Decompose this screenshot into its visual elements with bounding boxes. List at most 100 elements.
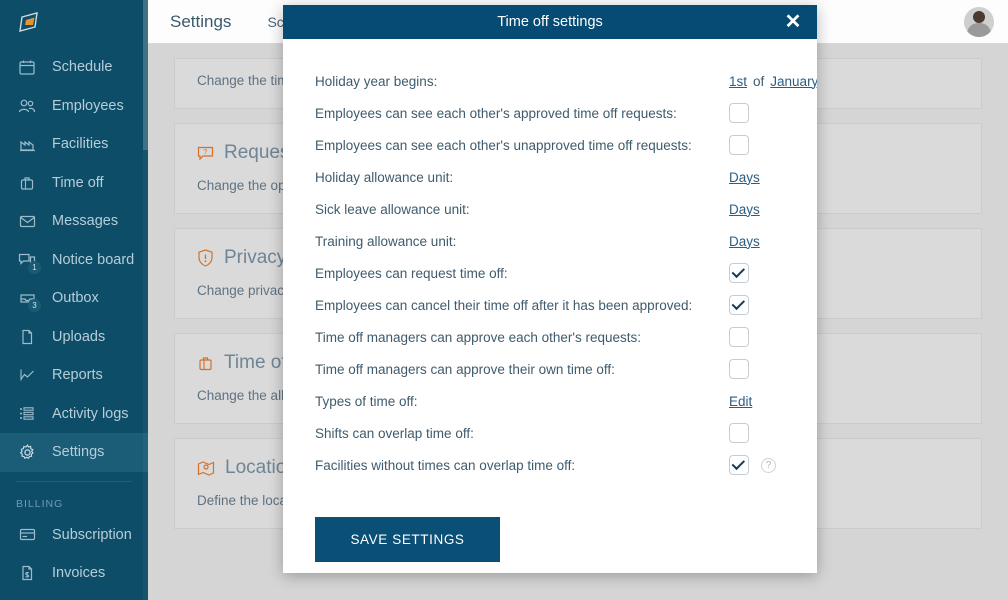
sidebar-item-label: Outbox [52, 290, 99, 307]
check-icon [731, 264, 746, 278]
save-settings-button[interactable]: SAVE SETTINGS [315, 517, 500, 562]
sidebar-item-label: Invoices [52, 565, 106, 582]
setting-control: Days [729, 202, 760, 217]
setting-row-training-allowance-unit: Training allowance unit: Days [315, 225, 785, 257]
training-allowance-unit-link[interactable]: Days [729, 234, 760, 249]
sidebar-item-label: Notice board [52, 251, 135, 268]
card-title-label: Time off [224, 352, 292, 373]
briefcase-icon [16, 173, 38, 193]
setting-control: Edit [729, 394, 752, 409]
outbox-tray-icon: 3 [16, 288, 41, 313]
sidebar-item-time-off[interactable]: Time off [0, 164, 148, 203]
sidebar-item-notice-board[interactable]: 1 Notice board [0, 241, 148, 280]
setting-control: Days [729, 170, 760, 185]
managers-approve-own-checkbox[interactable] [729, 359, 749, 379]
types-of-time-off-edit-link[interactable]: Edit [729, 394, 752, 409]
setting-control [729, 423, 749, 443]
shifts-overlap-checkbox[interactable] [729, 423, 749, 443]
employees-can-cancel-checkbox[interactable] [729, 295, 749, 315]
setting-row-managers-approve-each-other: Time off managers can approve each other… [315, 321, 785, 353]
setting-control [729, 135, 749, 155]
setting-row-employees-can-request: Employees can request time off: [315, 257, 785, 289]
see-unapproved-requests-checkbox[interactable] [729, 135, 749, 155]
sidebar-item-messages[interactable]: Messages [0, 202, 148, 241]
question-bubble-icon: ? [197, 145, 214, 162]
sidebar-item-label: Time off [52, 174, 104, 191]
sidebar-item-outbox[interactable]: 3 Outbox [0, 279, 148, 318]
setting-label: Types of time off: [315, 393, 418, 409]
setting-label: Shifts can overlap time off: [315, 425, 474, 441]
avatar-body [967, 22, 991, 37]
sidebar-item-employees[interactable]: Employees [0, 87, 148, 126]
sidebar-section-billing: BILLING [16, 497, 64, 510]
modal-body: Holiday year begins: 1st of January Empl… [283, 39, 817, 562]
setting-row-shifts-overlap: Shifts can overlap time off: [315, 417, 785, 449]
setting-row-see-approved-requests: Employees can see each other's approved … [315, 97, 785, 129]
close-icon[interactable]: ✕ [779, 5, 807, 39]
sidebar-item-label: Settings [52, 444, 105, 461]
time-off-settings-modal: Time off settings ✕ Holiday year begins:… [283, 5, 817, 573]
sidebar-item-label: Facilities [52, 136, 109, 153]
help-icon[interactable]: ? [761, 457, 776, 473]
holiday-allowance-unit-link[interactable]: Days [729, 170, 760, 185]
sidebar-item-label: Employees [52, 97, 124, 114]
list-icon [16, 404, 38, 424]
sidebar-item-activity-logs[interactable]: Activity logs [0, 395, 148, 434]
check-icon [731, 456, 746, 470]
sidebar-badge: 3 [28, 299, 41, 313]
setting-control [729, 295, 749, 315]
setting-label: Employees can see each other's approved … [315, 105, 677, 121]
sidebar-item-uploads[interactable]: Uploads [0, 318, 148, 357]
shield-alert-icon [197, 249, 214, 267]
setting-control [729, 103, 749, 123]
sick-leave-allowance-unit-link[interactable]: Days [729, 202, 760, 217]
sidebar-item-invoices[interactable]: Invoices [0, 554, 148, 593]
setting-control: ? [729, 455, 776, 475]
setting-label: Employees can see each other's unapprove… [315, 137, 692, 153]
invoice-icon [16, 563, 38, 583]
see-approved-requests-checkbox[interactable] [729, 103, 749, 123]
envelope-icon [16, 211, 38, 231]
holiday-year-month-link[interactable]: January [770, 74, 817, 89]
map-pin-icon [197, 460, 215, 477]
setting-control [729, 263, 749, 283]
sidebar-item-label: Uploads [52, 328, 106, 345]
sidebar-item-label: Messages [52, 213, 119, 230]
user-avatar[interactable] [964, 6, 994, 37]
setting-row-types-of-time-off: Types of time off: Edit [315, 385, 785, 417]
setting-row-sick-leave-allowance-unit: Sick leave allowance unit: Days [315, 193, 785, 225]
setting-label: Sick leave allowance unit: [315, 201, 470, 217]
setting-control: Days [729, 234, 760, 249]
setting-row-holiday-allowance-unit: Holiday allowance unit: Days [315, 161, 785, 193]
factory-icon [16, 134, 38, 154]
app-root: Schedule Employees Facilities Time off M… [0, 0, 1008, 600]
sidebar: Schedule Employees Facilities Time off M… [0, 0, 148, 600]
sidebar-item-facilities[interactable]: Facilities [0, 125, 148, 164]
managers-approve-each-other-checkbox[interactable] [729, 327, 749, 347]
document-icon [16, 327, 38, 347]
sidebar-item-label: Subscription [52, 526, 132, 543]
card-title-label: Privacy [224, 247, 287, 268]
setting-row-holiday-year-begins: Holiday year begins: 1st of January [315, 65, 817, 97]
setting-label: Training allowance unit: [315, 233, 457, 249]
setting-row-see-unapproved-requests: Employees can see each other's unapprove… [315, 129, 785, 161]
setting-control [729, 359, 749, 379]
modal-header: Time off settings ✕ [283, 5, 817, 39]
of-text: of [753, 73, 765, 89]
setting-row-managers-approve-own: Time off managers can approve their own … [315, 353, 785, 385]
credit-card-icon [16, 525, 38, 545]
briefcase-icon [197, 355, 214, 372]
holiday-year-day-link[interactable]: 1st [729, 74, 747, 89]
sidebar-item-schedule[interactable]: Schedule [0, 48, 148, 87]
employees-can-request-checkbox[interactable] [729, 263, 749, 283]
setting-control: 1st of January [729, 74, 817, 89]
sidebar-item-subscription[interactable]: Subscription [0, 516, 148, 555]
sidebar-item-reports[interactable]: Reports [0, 356, 148, 395]
modal-title: Time off settings [497, 14, 603, 30]
facilities-overlap-checkbox[interactable] [729, 455, 749, 475]
sidebar-item-settings[interactable]: Settings [0, 433, 148, 472]
setting-label: Facilities without times can overlap tim… [315, 457, 576, 473]
speech-bubbles-icon: 1 [16, 250, 41, 274]
avatar-head [973, 10, 985, 23]
app-logo[interactable] [0, 0, 148, 44]
